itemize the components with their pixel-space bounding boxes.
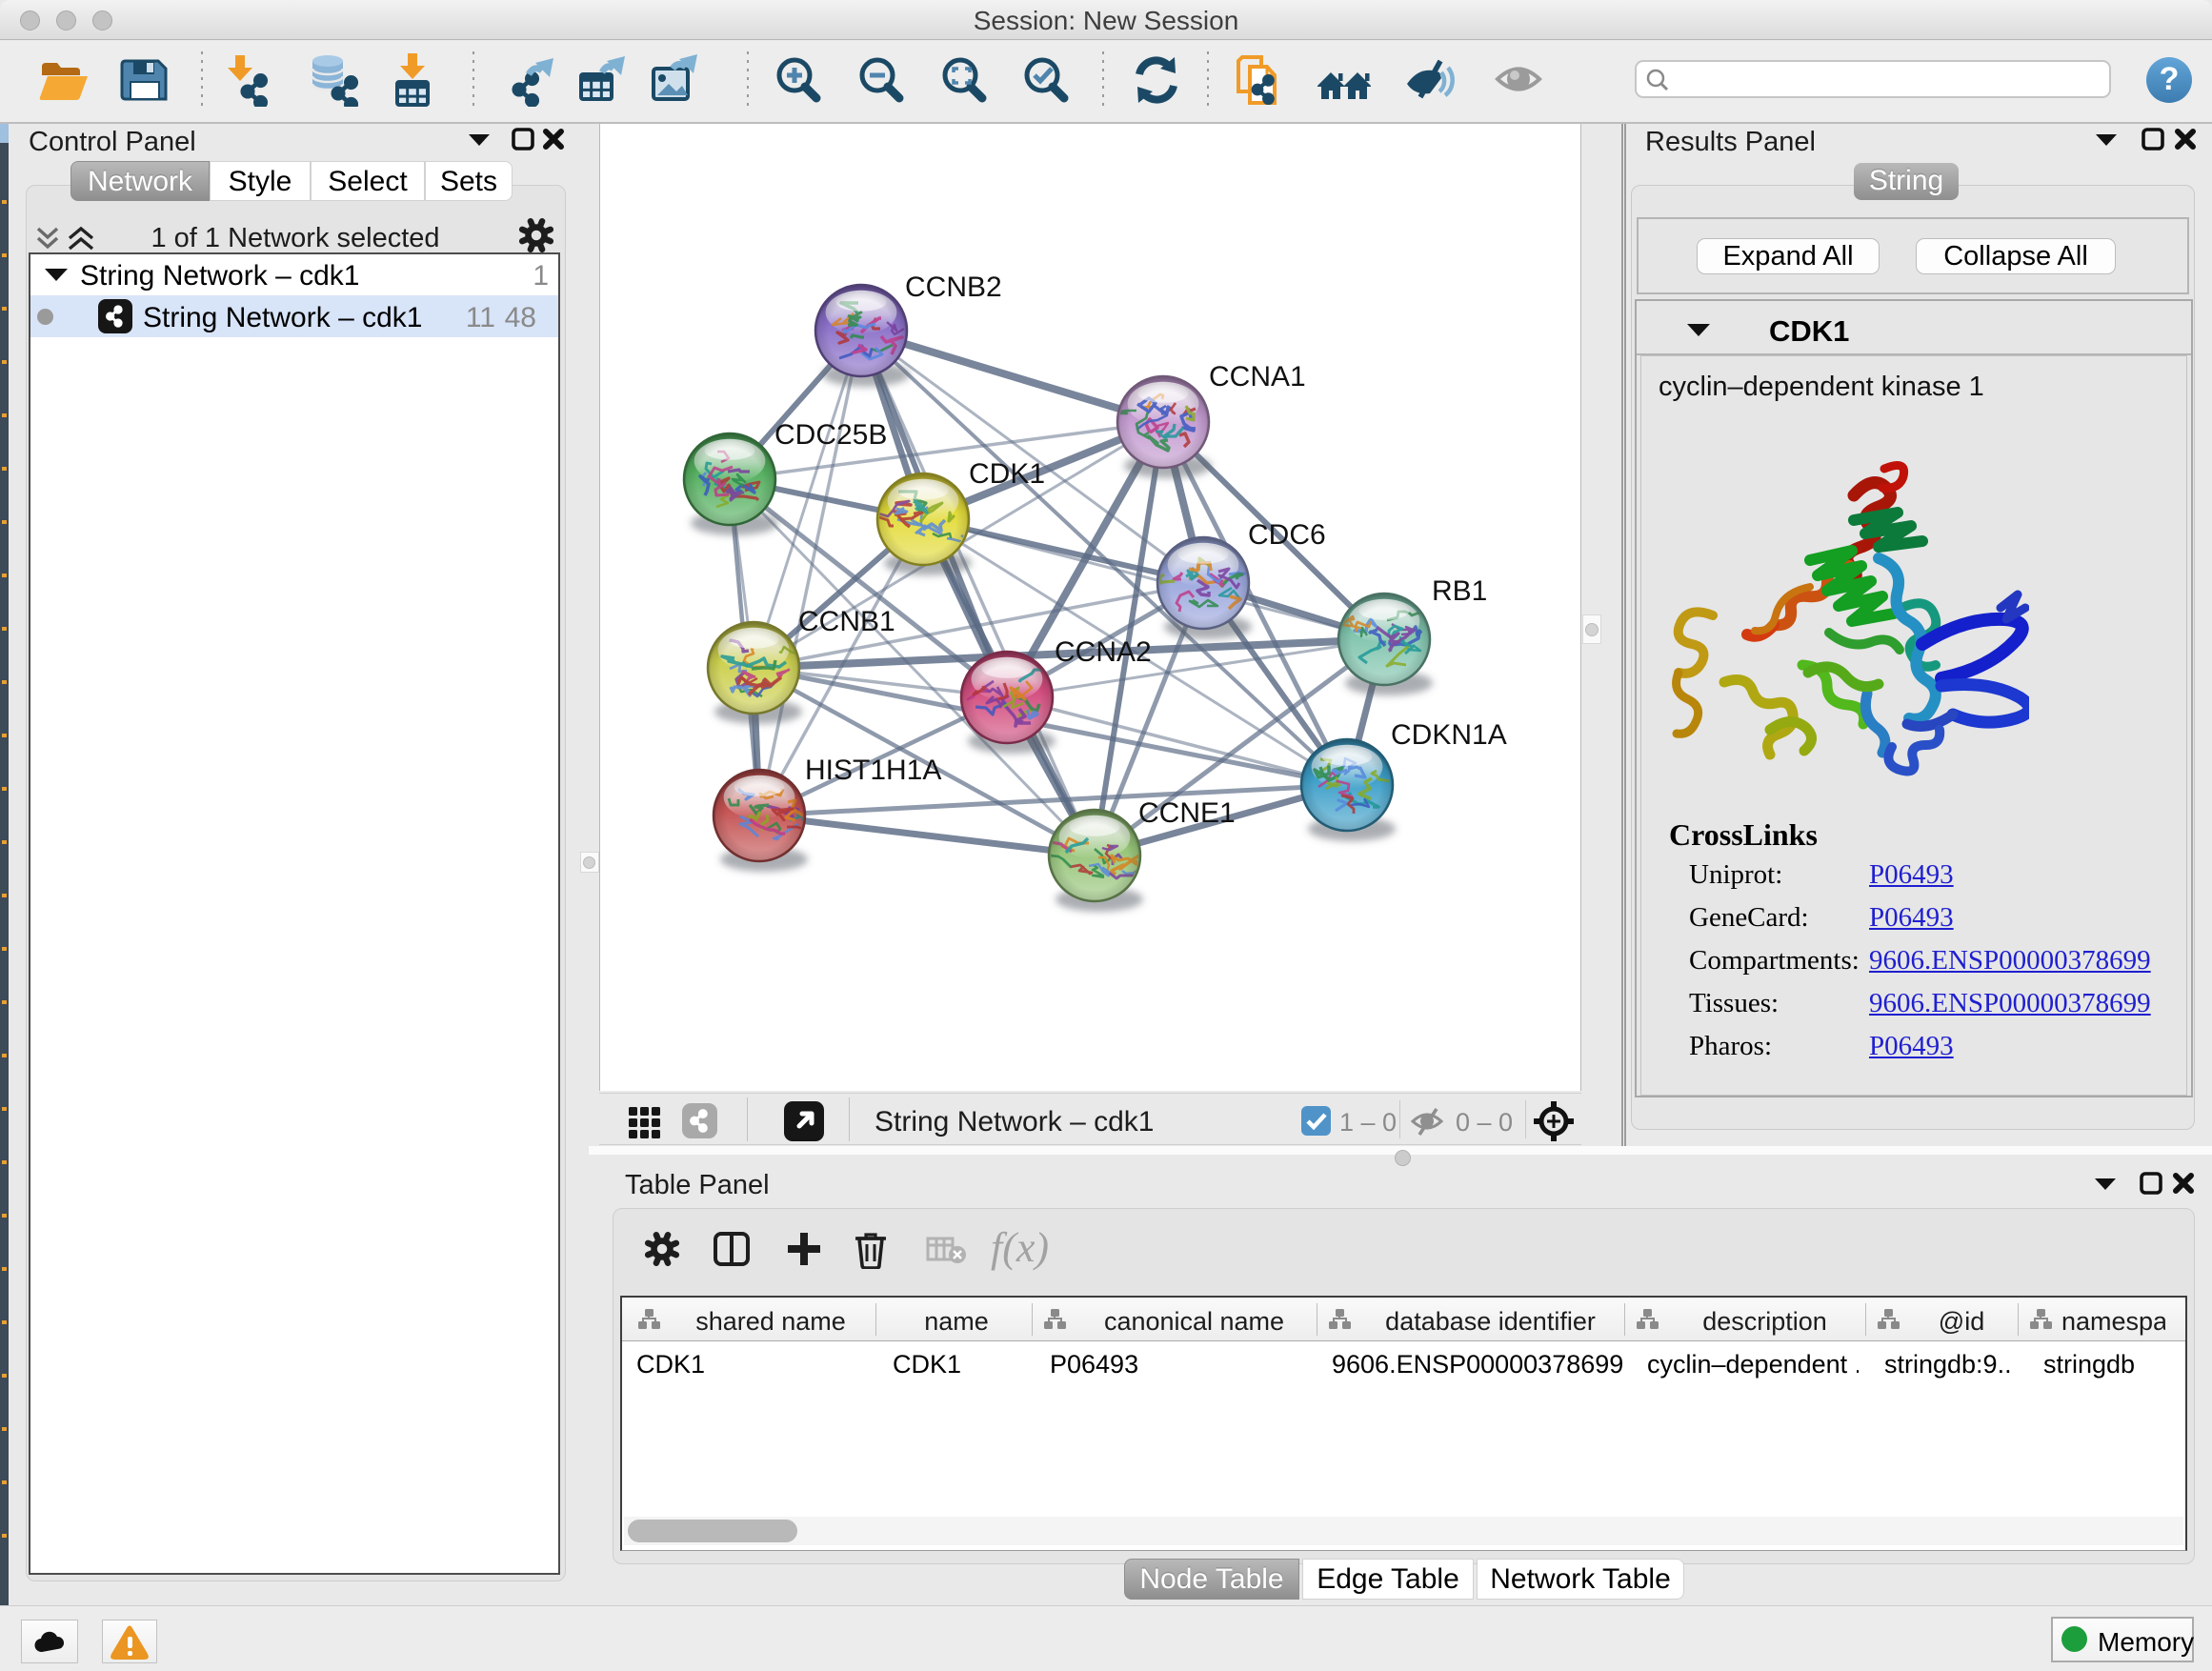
svg-text:CCNE1: CCNE1 bbox=[1138, 797, 1236, 829]
svg-text:RB1: RB1 bbox=[1432, 575, 1487, 607]
svg-text:CCNA1: CCNA1 bbox=[1209, 361, 1306, 393]
svg-text:CDK1: CDK1 bbox=[969, 458, 1045, 490]
svg-text:CCNB1: CCNB1 bbox=[798, 606, 895, 637]
svg-text:HIST1H1A: HIST1H1A bbox=[805, 755, 941, 786]
svg-text:CCNA2: CCNA2 bbox=[1055, 636, 1152, 668]
svg-text:CDKN1A: CDKN1A bbox=[1391, 719, 1507, 751]
svg-text:CCNB2: CCNB2 bbox=[905, 272, 1002, 303]
svg-text:CDC25B: CDC25B bbox=[774, 419, 887, 451]
svg-text:CDC6: CDC6 bbox=[1248, 519, 1326, 551]
